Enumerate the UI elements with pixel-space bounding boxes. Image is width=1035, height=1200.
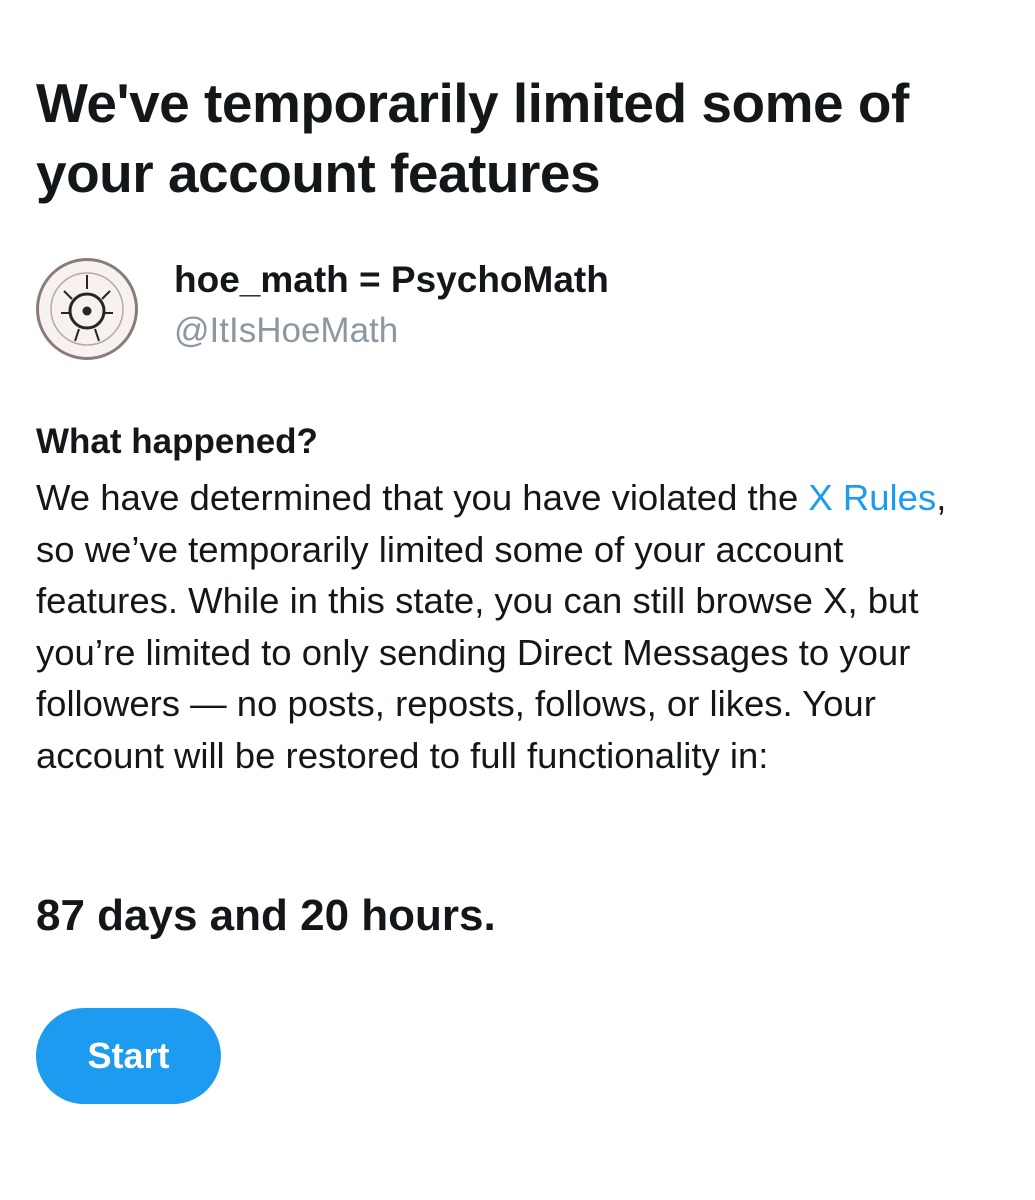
start-button[interactable]: Start — [36, 1008, 221, 1104]
x-rules-link[interactable]: X Rules — [808, 477, 936, 518]
avatar — [36, 258, 138, 360]
page-title: We've temporarily limited some of your a… — [36, 72, 909, 204]
display-name: hoe_math = PsychoMath — [174, 259, 609, 300]
notice-body-details: , so we’ve temporarily limited some of y… — [36, 477, 947, 776]
notice-body-intro: We have determined that you have violate… — [36, 477, 809, 518]
account-card: hoe_math = PsychoMath @ItIsHoeMath — [36, 254, 936, 366]
account-handle: @ItIsHoeMath — [174, 311, 399, 350]
spiral-eye-icon — [50, 272, 124, 346]
restriction-countdown: 87 days and 20 hours. — [36, 891, 496, 940]
what-happened-heading: What happened? — [36, 422, 318, 461]
notice-body: We have determined that you have violate… — [36, 472, 986, 781]
